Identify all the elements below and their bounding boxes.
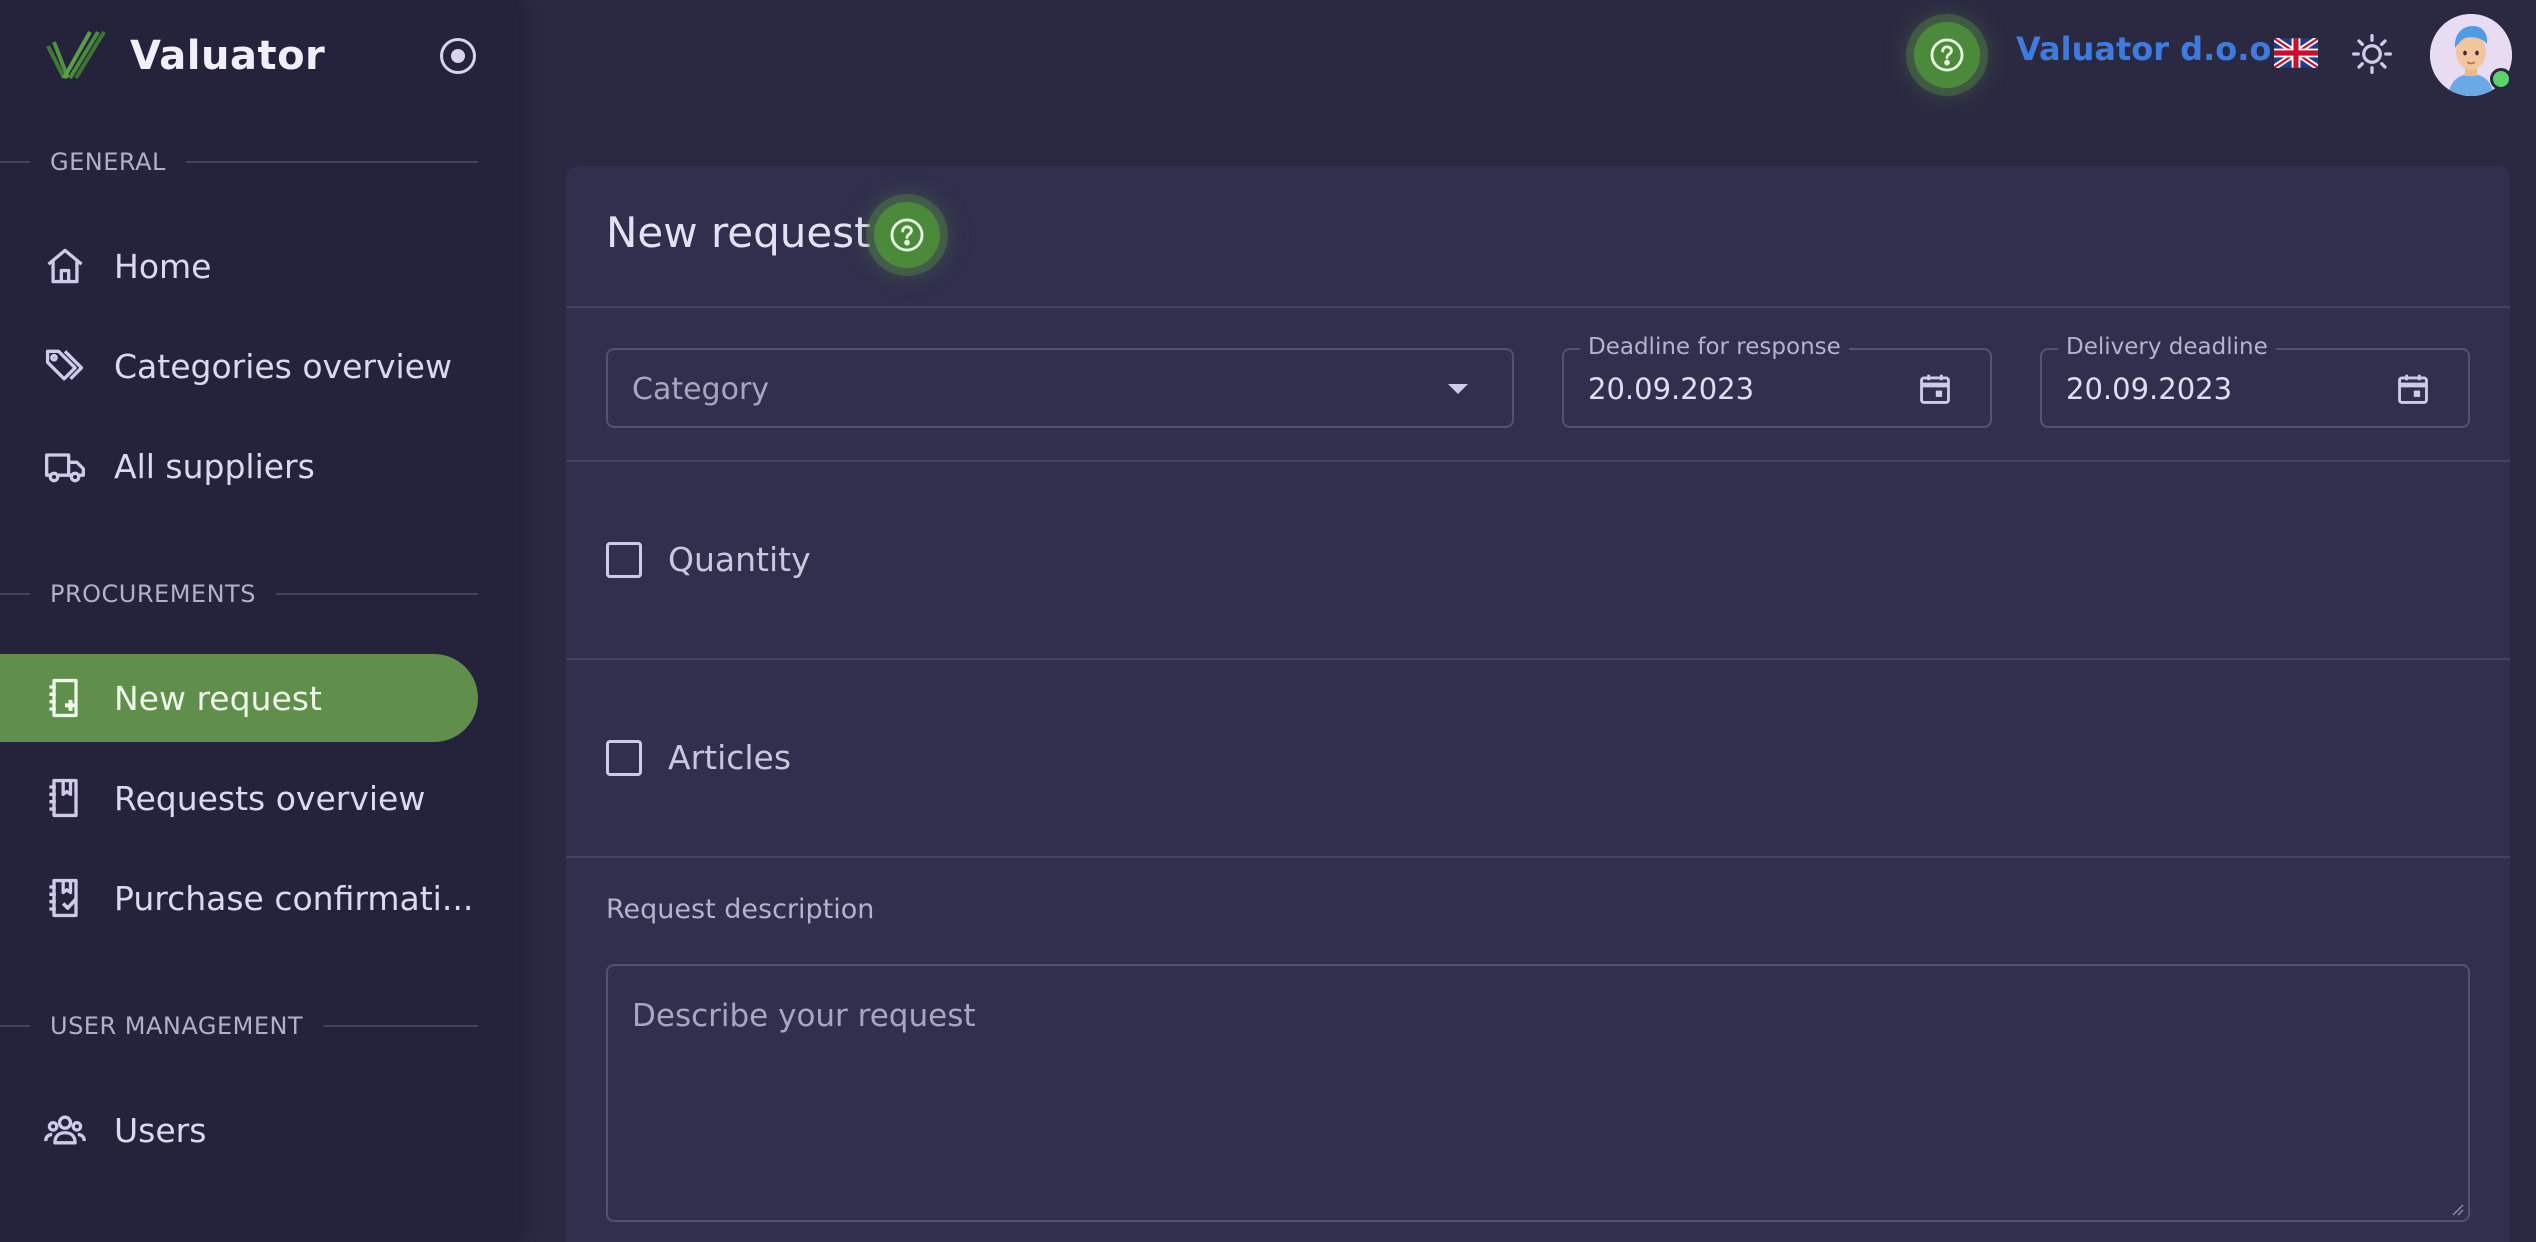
notebook-icon [42,775,88,821]
card-header: New request [566,166,2510,306]
language-flag-icon[interactable] [2274,38,2318,68]
calendar-icon[interactable] [1916,370,1954,408]
pin-sidebar-icon[interactable] [440,38,476,74]
divider [566,856,2510,858]
brand[interactable]: Valuator [44,26,325,86]
sidebar-item-users[interactable]: Users [0,1086,478,1174]
truck-icon [42,443,88,489]
notebook-check-icon [42,875,88,921]
sidebar-item-label: Home [114,246,212,286]
field-value: 20.09.2023 [1588,372,1755,406]
sidebar: Valuator GENERAL Home Categories overvie… [0,0,518,1242]
articles-checkbox-row[interactable]: Articles [606,738,791,777]
sidebar-item-home[interactable]: Home [0,222,478,310]
sidebar-item-suppliers[interactable]: All suppliers [0,422,478,510]
divider [566,306,2510,308]
sidebar-item-purchase-confirmations[interactable]: Purchase confirmati... [0,854,478,942]
resize-handle-icon[interactable] [2448,1200,2464,1216]
delivery-deadline-field[interactable]: Delivery deadline 20.09.2023 [2040,334,2470,428]
company-link[interactable]: Valuator d.o.o. [2016,30,2284,68]
notebook-plus-icon [42,675,88,721]
question-icon [890,218,924,252]
sidebar-item-categories[interactable]: Categories overview [0,322,478,410]
category-placeholder: Category [632,372,770,407]
page-title: New request [606,208,871,257]
section-procurements: PROCUREMENTS [0,574,478,614]
tags-icon [42,343,88,389]
section-general: GENERAL [0,142,478,182]
request-description-textarea[interactable]: Describe your request [606,964,2470,1222]
question-icon [1930,38,1964,72]
home-icon [42,243,88,289]
sun-icon [2352,34,2392,74]
quantity-checkbox-row[interactable]: Quantity [606,540,811,579]
users-icon [42,1107,88,1153]
divider [566,460,2510,462]
online-status-badge [2490,68,2512,90]
field-value: 20.09.2023 [2066,372,2233,406]
section-label: USER MANAGEMENT [50,1012,304,1040]
new-request-card: New request Category Deadline for respon… [566,166,2510,1242]
articles-label: Articles [668,738,792,777]
sidebar-item-requests-overview[interactable]: Requests overview [0,754,478,842]
help-button[interactable] [1914,22,1980,88]
quantity-checkbox[interactable] [606,541,642,578]
sidebar-item-new-request[interactable]: New request [0,654,478,742]
caret-down-icon [1448,384,1468,394]
field-label: Delivery deadline [2058,334,2276,360]
section-label: PROCUREMENTS [50,580,256,608]
calendar-icon[interactable] [2394,370,2432,408]
field-label: Deadline for response [1580,334,1849,360]
deadline-for-response-field[interactable]: Deadline for response 20.09.2023 [1562,334,1992,428]
quantity-label: Quantity [668,540,811,579]
sidebar-item-label: Categories overview [114,346,452,386]
divider [566,658,2510,660]
section-label: GENERAL [50,148,166,176]
articles-checkbox[interactable] [606,739,642,776]
request-description-label: Request description [606,894,875,925]
theme-toggle-button[interactable] [2350,32,2394,76]
section-user-management: USER MANAGEMENT [0,1006,478,1046]
valuator-logo [46,30,106,80]
category-select[interactable]: Category [606,348,1514,428]
sidebar-item-label: All suppliers [114,446,315,486]
sidebar-item-label: Purchase confirmati... [114,878,474,918]
sidebar-item-label: New request [114,678,322,718]
page-help-button[interactable] [874,202,940,268]
sidebar-item-label: Users [114,1110,207,1150]
sidebar-item-label: Requests overview [114,778,426,818]
textarea-placeholder: Describe your request [632,998,976,1034]
brand-name: Valuator [130,33,326,79]
